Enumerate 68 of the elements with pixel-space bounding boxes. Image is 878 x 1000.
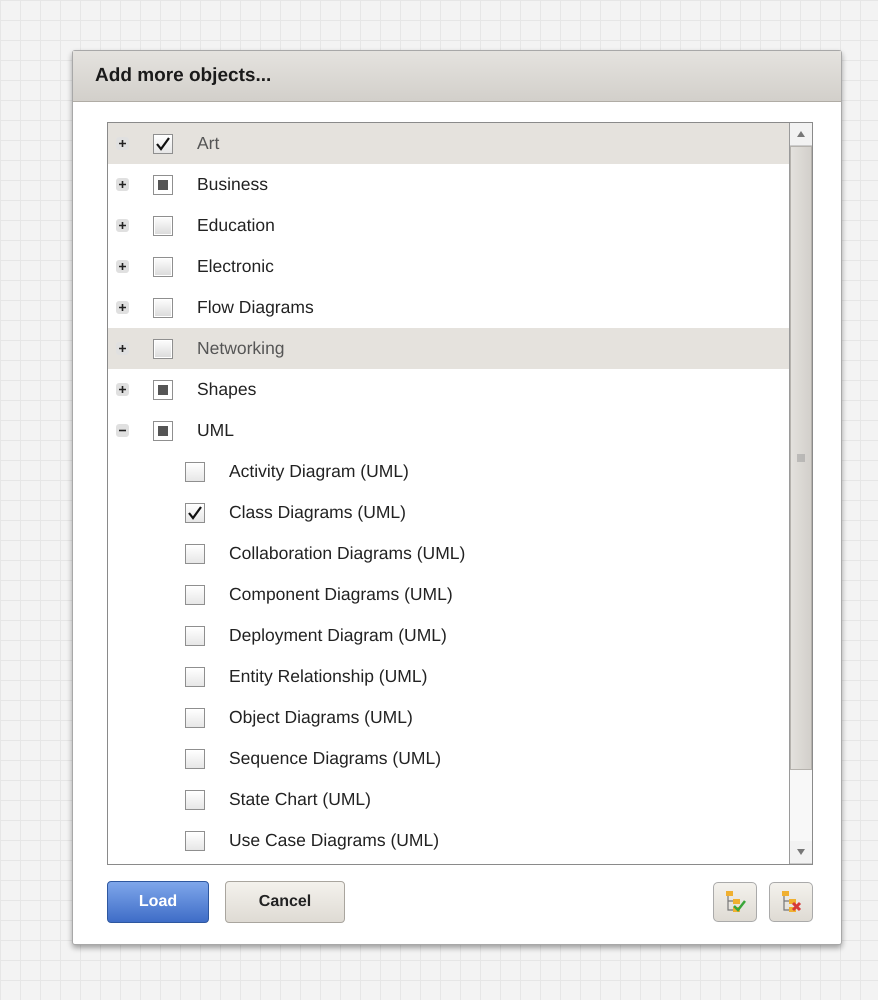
checkbox[interactable] — [185, 584, 205, 604]
checkbox[interactable] — [153, 174, 173, 194]
expand-icon[interactable] — [116, 178, 129, 191]
checkbox[interactable] — [153, 380, 173, 400]
checkbox[interactable] — [185, 708, 205, 728]
tree-row[interactable]: UML — [108, 410, 789, 451]
expand-icon[interactable] — [116, 383, 129, 396]
tree-label: Shapes — [197, 379, 256, 400]
tree-label: Deployment Diagram (UML) — [229, 625, 447, 646]
checkbox[interactable] — [185, 502, 205, 522]
checkbox[interactable] — [153, 134, 173, 154]
scrollbar[interactable] — [789, 123, 812, 864]
expand-icon[interactable] — [116, 342, 129, 355]
tree-row[interactable]: Flow Diagrams — [108, 287, 789, 328]
tree-row[interactable]: Business — [108, 164, 789, 205]
dialog-title: Add more objects... — [95, 65, 272, 87]
tree-row[interactable]: Collaboration Diagrams (UML) — [108, 533, 789, 574]
tree-label: Collaboration Diagrams (UML) — [229, 543, 466, 564]
checkmark-icon — [187, 506, 203, 520]
checkbox[interactable] — [185, 830, 205, 850]
tree-label: Activity Diagram (UML) — [229, 461, 409, 482]
tree-label: Flow Diagrams — [197, 297, 314, 318]
tree-row[interactable]: Education — [108, 205, 789, 246]
scroll-up-icon[interactable] — [790, 123, 812, 146]
tree-row[interactable]: Shapes — [108, 369, 789, 410]
expand-icon[interactable] — [116, 219, 129, 232]
tree-label: Entity Relationship (UML) — [229, 666, 428, 687]
tree-row[interactable]: Component Diagrams (UML) — [108, 574, 789, 615]
checkbox[interactable] — [185, 790, 205, 810]
tree-label: Component Diagrams (UML) — [229, 584, 453, 605]
tree-row[interactable]: Sequence Diagrams (UML) — [108, 738, 789, 779]
tree-row[interactable]: Activity Diagram (UML) — [108, 451, 789, 492]
scroll-thumb[interactable] — [790, 146, 812, 770]
tree-row[interactable]: Deployment Diagram (UML) — [108, 615, 789, 656]
checkbox[interactable] — [185, 626, 205, 646]
tree-row[interactable]: Object Diagrams (UML) — [108, 697, 789, 738]
select-all-button[interactable] — [713, 882, 757, 922]
tree-label: Networking — [197, 338, 285, 359]
tree-label: Object Diagrams (UML) — [229, 707, 413, 728]
checkbox[interactable] — [185, 748, 205, 768]
expand-icon[interactable] — [116, 260, 129, 273]
clear-all-button[interactable] — [769, 882, 813, 922]
tree-row[interactable]: Electronic — [108, 246, 789, 287]
tree-row[interactable]: Art — [108, 123, 789, 164]
checkbox[interactable] — [185, 666, 205, 686]
tree-row[interactable]: Entity Relationship (UML) — [108, 656, 789, 697]
checkbox[interactable] — [185, 544, 205, 564]
tree-label: Business — [197, 174, 268, 195]
tree-label: UML — [197, 420, 234, 441]
tree-label: State Chart (UML) — [229, 789, 371, 810]
checkbox[interactable] — [153, 420, 173, 440]
tree-label: Electronic — [197, 256, 274, 277]
expand-icon[interactable] — [116, 137, 129, 150]
scroll-down-icon[interactable] — [790, 841, 812, 864]
tree-label: Sequence Diagrams (UML) — [229, 748, 442, 769]
collapse-icon[interactable] — [116, 424, 129, 437]
tree-label: Education — [197, 215, 275, 236]
tree-row[interactable]: Class Diagrams (UML) — [108, 492, 789, 533]
tree-label: Art — [197, 133, 220, 154]
tree-row[interactable]: Networking — [108, 328, 789, 369]
checkmark-icon — [155, 136, 171, 150]
tree-label: Class Diagrams (UML) — [229, 502, 406, 523]
tree-label: Use Case Diagrams (UML) — [229, 830, 440, 851]
checkbox[interactable] — [185, 462, 205, 482]
cancel-button[interactable]: Cancel — [225, 881, 345, 923]
tree-row[interactable]: Use Case Diagrams (UML) — [108, 820, 789, 861]
expand-icon[interactable] — [116, 301, 129, 314]
tree-row[interactable]: State Chart (UML) — [108, 779, 789, 820]
